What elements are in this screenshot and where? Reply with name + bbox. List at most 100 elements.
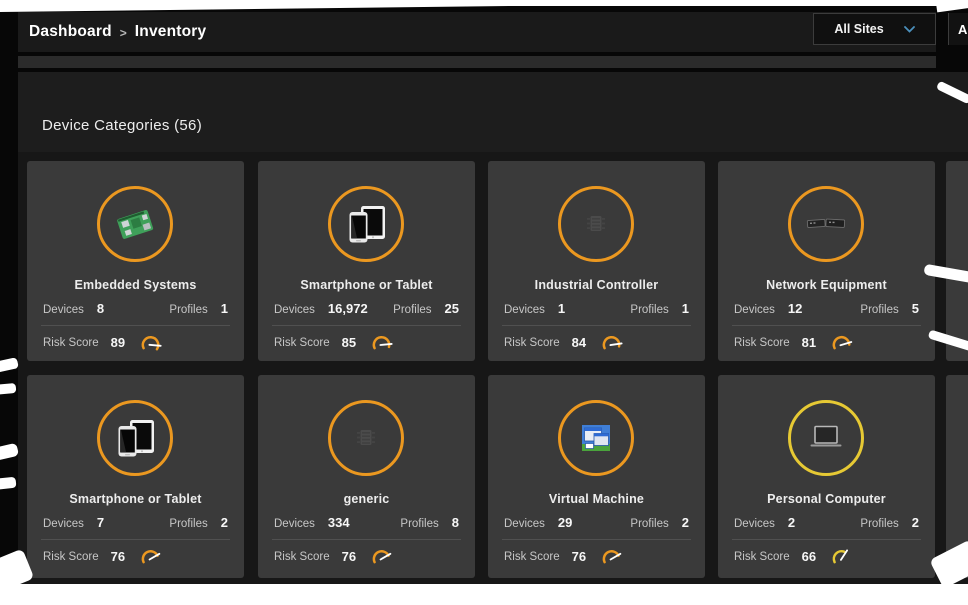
risk-gauge-icon [830, 333, 855, 352]
risk-score-value: 85 [342, 335, 356, 350]
profiles-label: Profiles [630, 518, 668, 530]
smartphone-tablet-icon [342, 200, 390, 248]
profiles-label: Profiles [169, 518, 207, 530]
device-category-card[interactable]: Network Equipment Devices 12 Profiles 5 … [718, 161, 935, 361]
devices-count: 334 [328, 515, 350, 530]
profiles-count: 2 [682, 515, 689, 530]
risk-gauge-icon [600, 333, 625, 352]
risk-score-value: 84 [572, 335, 586, 350]
category-stats: Devices 8 Profiles 1 [43, 301, 228, 316]
category-ring [97, 186, 173, 262]
site-selector-dropdown[interactable]: All Sites [813, 13, 936, 45]
risk-score-value: 76 [111, 549, 125, 564]
profiles-label: Profiles [860, 304, 898, 316]
profiles-stat: Profiles 2 [169, 515, 228, 530]
chevron-down-icon [904, 26, 915, 33]
profiles-stat: Profiles 1 [169, 301, 228, 316]
category-ring [97, 400, 173, 476]
card-divider [272, 539, 461, 540]
risk-gauge-icon [370, 547, 395, 566]
devices-label: Devices [274, 304, 315, 316]
risk-score-value: 76 [342, 549, 356, 564]
profiles-stat: Profiles 8 [400, 515, 459, 530]
devices-stat: Devices 16,972 [274, 301, 368, 316]
devices-count: 16,972 [328, 301, 368, 316]
category-title: generic [258, 492, 475, 506]
partial-control-cutoff[interactable]: A [948, 13, 968, 45]
risk-score-row: Risk Score 76 [43, 547, 164, 566]
risk-score-row: Risk Score 85 [274, 333, 395, 352]
category-title: Industrial Controller [488, 278, 705, 292]
risk-score-label: Risk Score [43, 337, 99, 349]
devices-count: 8 [97, 301, 104, 316]
risk-score-row: Risk Score 66 [734, 547, 855, 566]
profiles-label: Profiles [393, 304, 431, 316]
devices-stat: Devices 7 [43, 515, 104, 530]
card-divider [732, 539, 921, 540]
smartphone-tablet-icon [111, 414, 159, 462]
card-divider [41, 539, 230, 540]
device-category-card[interactable]: Virtual Machine Devices 29 Profiles 2 Ri… [488, 375, 705, 578]
devices-stat: Devices 334 [274, 515, 350, 530]
partial-card[interactable] [946, 161, 968, 361]
category-stats: Devices 1 Profiles 1 [504, 301, 689, 316]
profiles-label: Profiles [169, 304, 207, 316]
device-category-card[interactable]: Embedded Systems Devices 8 Profiles 1 Ri… [27, 161, 244, 361]
risk-score-row: Risk Score 89 [43, 333, 164, 352]
card-divider [41, 325, 230, 326]
devices-count: 7 [97, 515, 104, 530]
risk-score-label: Risk Score [504, 551, 560, 563]
card-divider [272, 325, 461, 326]
category-title: Personal Computer [718, 492, 935, 506]
risk-score-row: Risk Score 76 [504, 547, 625, 566]
profiles-label: Profiles [860, 518, 898, 530]
inventory-dashboard: Dashboard > Inventory All Sites A Device… [0, 0, 968, 605]
device-category-card[interactable]: generic Devices 334 Profiles 8 Risk Scor… [258, 375, 475, 578]
breadcrumb-dashboard[interactable]: Dashboard [29, 23, 112, 41]
category-stats: Devices 29 Profiles 2 [504, 515, 689, 530]
profiles-stat: Profiles 2 [630, 515, 689, 530]
device-category-card[interactable]: Industrial Controller Devices 1 Profiles… [488, 161, 705, 361]
devices-stat: Devices 2 [734, 515, 795, 530]
devices-label: Devices [734, 304, 775, 316]
devices-count: 29 [558, 515, 572, 530]
risk-score-value: 76 [572, 549, 586, 564]
devices-stat: Devices 8 [43, 301, 104, 316]
devices-stat: Devices 1 [504, 301, 565, 316]
category-stats: Devices 16,972 Profiles 25 [274, 301, 459, 316]
profiles-count: 5 [912, 301, 919, 316]
device-category-card[interactable]: Personal Computer Devices 2 Profiles 2 R… [718, 375, 935, 578]
category-title: Network Equipment [718, 278, 935, 292]
virtual-machine-icon [572, 414, 620, 462]
profiles-count: 1 [682, 301, 689, 316]
category-stats: Devices 2 Profiles 2 [734, 515, 919, 530]
risk-gauge-icon [139, 547, 164, 566]
breadcrumb: Dashboard > Inventory [18, 23, 206, 41]
chip-icon [342, 414, 390, 462]
risk-gauge-icon [139, 333, 164, 352]
profiles-stat: Profiles 5 [860, 301, 919, 316]
devices-label: Devices [504, 518, 545, 530]
breadcrumb-inventory: Inventory [135, 23, 207, 41]
profiles-label: Profiles [400, 518, 438, 530]
partial-card[interactable] [946, 375, 968, 578]
devices-count: 1 [558, 301, 565, 316]
site-selector-value: All Sites [834, 22, 883, 36]
devices-label: Devices [43, 304, 84, 316]
risk-score-label: Risk Score [43, 551, 99, 563]
device-category-card[interactable]: Smartphone or Tablet Devices 7 Profiles … [27, 375, 244, 578]
category-title: Embedded Systems [27, 278, 244, 292]
devices-label: Devices [43, 518, 84, 530]
devices-count: 2 [788, 515, 795, 530]
risk-score-value: 66 [802, 549, 816, 564]
category-ring [558, 186, 634, 262]
profiles-count: 2 [912, 515, 919, 530]
risk-score-label: Risk Score [274, 337, 330, 349]
device-category-card[interactable]: Smartphone or Tablet Devices 16,972 Prof… [258, 161, 475, 361]
card-divider [502, 539, 691, 540]
category-ring [328, 186, 404, 262]
laptop-icon [802, 414, 850, 462]
card-divider [732, 325, 921, 326]
profiles-count: 2 [221, 515, 228, 530]
devices-stat: Devices 29 [504, 515, 572, 530]
